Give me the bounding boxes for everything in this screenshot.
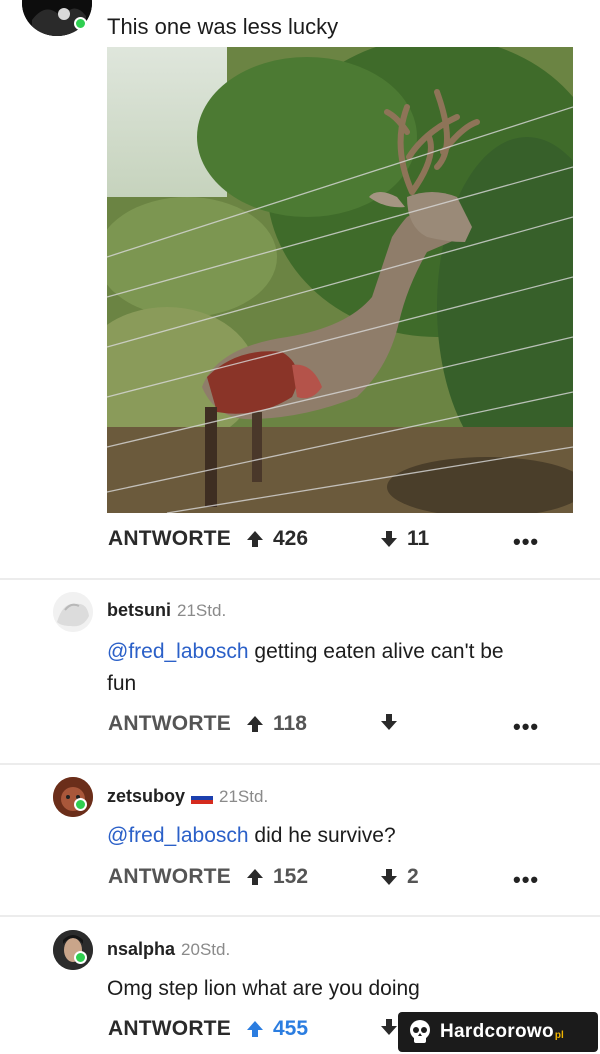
username[interactable]: zetsuboy bbox=[107, 786, 185, 806]
username[interactable]: betsuni bbox=[107, 600, 171, 620]
post-image[interactable] bbox=[107, 47, 573, 513]
arrow-down-icon bbox=[381, 714, 397, 730]
timestamp: 20Std. bbox=[181, 940, 231, 959]
comment-text: @fred_labosch did he survive? bbox=[107, 820, 567, 852]
arrow-up-icon bbox=[247, 716, 263, 732]
avatar-image bbox=[53, 930, 93, 970]
comment-text-line1: getting eaten alive can't be bbox=[248, 640, 504, 663]
comment-header: nsalpha 20Std. bbox=[107, 939, 230, 960]
comment-header: betsuni 21Std. bbox=[107, 600, 226, 621]
downvote-button[interactable]: 11 bbox=[379, 527, 429, 551]
reply-button[interactable]: ANTWORTE bbox=[108, 527, 231, 551]
russia-flag-icon bbox=[191, 791, 214, 804]
upvote-count: 426 bbox=[273, 527, 309, 550]
upvote-count: 455 bbox=[273, 1017, 309, 1040]
mention-link[interactable]: @fred_labosch bbox=[107, 640, 249, 663]
online-indicator bbox=[74, 951, 87, 964]
comment-text-line2: fun bbox=[107, 672, 137, 695]
downvote-count: 2 bbox=[407, 865, 419, 888]
upvote-button[interactable]: 426 bbox=[245, 527, 308, 551]
downvote-button[interactable] bbox=[379, 1017, 399, 1037]
skull-icon bbox=[410, 1020, 430, 1043]
comment-text: @fred_labosch getting eaten alive can't … bbox=[107, 636, 567, 700]
arrow-up-icon bbox=[247, 869, 263, 885]
divider bbox=[0, 763, 600, 765]
deer-photo bbox=[107, 47, 573, 513]
avatar-image bbox=[53, 592, 93, 632]
divider bbox=[0, 578, 600, 580]
comment-header: zetsuboy 21Std. bbox=[107, 786, 268, 807]
avatar-image bbox=[53, 777, 93, 817]
reply-button[interactable]: ANTWORTE bbox=[108, 865, 231, 889]
reply-button[interactable]: ANTWORTE bbox=[108, 1017, 231, 1041]
timestamp: 21Std. bbox=[219, 787, 269, 806]
mention-link[interactable]: @fred_labosch bbox=[107, 824, 249, 847]
comment-action-bar: ANTWORTE bbox=[108, 712, 231, 736]
username[interactable]: nsalpha bbox=[107, 939, 175, 959]
arrow-up-icon bbox=[247, 1021, 263, 1037]
comment-avatar[interactable] bbox=[53, 930, 93, 970]
comment-action-bar: ANTWORTE bbox=[108, 1017, 231, 1041]
more-options-button[interactable]: ••• bbox=[513, 869, 539, 891]
upvote-button[interactable]: 118 bbox=[245, 712, 307, 736]
arrow-down-icon bbox=[381, 1019, 397, 1035]
comment-action-bar: ANTWORTE bbox=[108, 865, 231, 889]
watermark-text: Hardcorowo bbox=[440, 1021, 554, 1042]
comment-text: Omg step lion what are you doing bbox=[107, 977, 420, 1000]
comment-avatar[interactable] bbox=[53, 777, 93, 817]
more-options-button[interactable]: ••• bbox=[513, 716, 539, 738]
arrow-down-icon bbox=[381, 869, 397, 885]
comment-avatar[interactable] bbox=[53, 592, 93, 632]
watermark-suffix: pl bbox=[554, 1029, 564, 1041]
upvote-count: 152 bbox=[273, 865, 309, 888]
arrow-up-icon bbox=[247, 531, 263, 547]
comment-body: did he survive? bbox=[248, 824, 396, 847]
arrow-down-icon bbox=[381, 531, 397, 547]
downvote-button[interactable]: 2 bbox=[379, 865, 419, 889]
online-indicator bbox=[74, 798, 87, 811]
more-options-button[interactable]: ••• bbox=[513, 531, 539, 553]
reply-button[interactable]: ANTWORTE bbox=[108, 712, 231, 736]
post-action-bar: ANTWORTE bbox=[108, 527, 231, 551]
downvote-count: 11 bbox=[407, 527, 430, 550]
post-text: This one was less lucky bbox=[107, 14, 339, 39]
timestamp: 21Std. bbox=[177, 601, 227, 620]
divider bbox=[0, 915, 600, 917]
upvote-count: 118 bbox=[273, 712, 307, 735]
upvote-button[interactable]: 455 bbox=[245, 1017, 308, 1041]
online-indicator bbox=[74, 17, 87, 30]
upvote-button[interactable]: 152 bbox=[245, 865, 308, 889]
downvote-button[interactable] bbox=[379, 712, 399, 732]
watermark-logo: Hardcorowo pl bbox=[398, 1012, 598, 1052]
